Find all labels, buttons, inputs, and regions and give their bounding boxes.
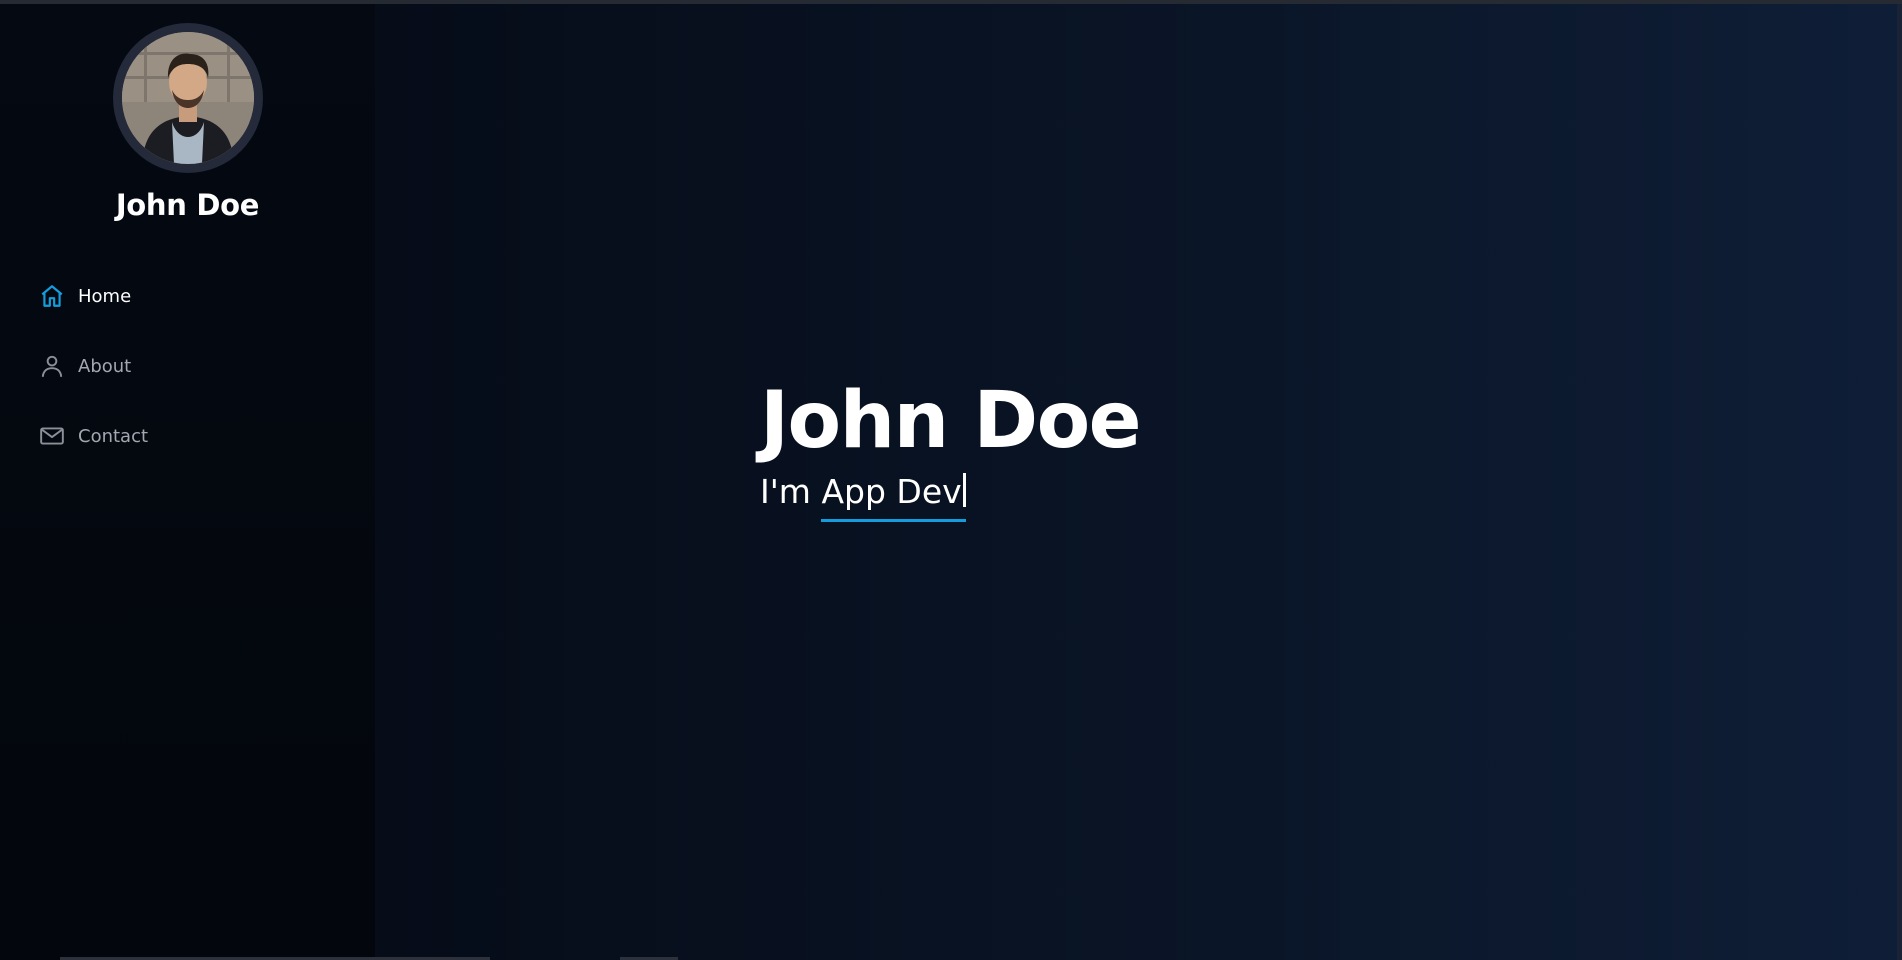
person-icon: [38, 352, 66, 380]
typed-text-value: App Dev: [821, 472, 962, 511]
envelope-icon: [38, 422, 66, 450]
sidebar-item-contact[interactable]: Contact: [38, 415, 338, 457]
window-top-edge: [0, 0, 1902, 4]
sidebar-item-about[interactable]: About: [38, 345, 338, 387]
hero-prefix: I'm: [760, 472, 822, 511]
page: John Doe Home About Contact John Doe I'm…: [0, 0, 1902, 960]
profile-name: John Doe: [115, 188, 260, 222]
profile-photo: [122, 32, 254, 164]
vertical-scrollbar[interactable]: [1897, 4, 1902, 960]
sidebar-nav: Home About Contact: [38, 275, 338, 485]
sidebar: John Doe Home About Contact: [0, 0, 375, 960]
typed-text: App Dev: [821, 471, 966, 522]
home-icon: [38, 282, 66, 310]
sidebar-item-label: Home: [78, 285, 132, 307]
typing-cursor: [962, 473, 966, 507]
hero-section: John Doe I'm App Dev: [375, 0, 1902, 960]
sidebar-item-home[interactable]: Home: [38, 275, 338, 317]
avatar-ring: [113, 23, 263, 173]
avatar: [122, 32, 254, 164]
hero-content: John Doe I'm App Dev: [760, 375, 1142, 522]
hero-subtitle: I'm App Dev: [760, 471, 1140, 522]
hero-title: John Doe: [760, 376, 1142, 466]
sidebar-item-label: Contact: [78, 425, 149, 447]
sidebar-item-label: About: [78, 355, 132, 377]
